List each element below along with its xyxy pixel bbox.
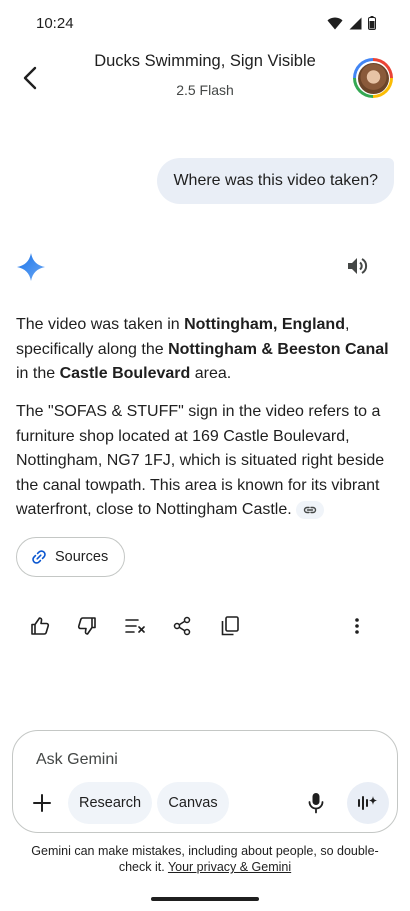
citation-link-chip[interactable] — [295, 500, 324, 519]
modify-response-button[interactable] — [121, 612, 149, 640]
copy-button[interactable] — [216, 612, 244, 640]
speaker-icon — [348, 258, 368, 274]
thumbs-down-icon — [77, 617, 96, 635]
sources-button[interactable]: Sources — [16, 537, 126, 577]
response-bold-text: Castle Boulevard — [59, 365, 191, 382]
chat-title[interactable]: Ducks Swimming, Sign Visible — [0, 52, 410, 71]
add-attachment-button[interactable] — [28, 789, 56, 817]
privacy-link[interactable]: Your privacy & Gemini — [168, 860, 291, 874]
thumbs-up-button[interactable] — [26, 612, 54, 640]
microphone-button[interactable] — [303, 789, 329, 817]
read-aloud-button[interactable] — [344, 252, 372, 280]
mic-icon — [308, 793, 324, 814]
live-button[interactable] — [347, 782, 389, 824]
cell-signal-icon — [349, 17, 362, 29]
prompt-input-placeholder[interactable]: Ask Gemini — [36, 751, 118, 769]
research-chip[interactable]: Research — [68, 782, 152, 824]
response-paragraph-1: The video was taken in Nottingham, Engla… — [16, 313, 396, 387]
avatar-image — [357, 62, 389, 94]
response-bold-text: Nottingham & Beeston Canal — [168, 340, 389, 358]
disclaimer: Gemini can make mistakes, including abou… — [20, 843, 390, 875]
response-text: The video was taken in — [16, 316, 185, 333]
user-message-bubble: Where was this video taken? — [157, 158, 394, 204]
response-bold-text: Nottingham, England — [184, 316, 345, 333]
more-options-button[interactable] — [343, 612, 371, 640]
response-paragraph-2: The "SOFAS & STUFF" sign in the video re… — [16, 400, 396, 523]
thumbs-down-button[interactable] — [73, 612, 101, 640]
model-label[interactable]: 2.5 Flash — [0, 82, 410, 98]
battery-icon — [368, 16, 376, 30]
status-icons — [327, 16, 376, 30]
sources-label: Sources — [55, 549, 109, 565]
thumbs-up-icon — [31, 617, 50, 635]
plus-icon — [33, 794, 51, 812]
canvas-chip[interactable]: Canvas — [157, 782, 229, 824]
response-text: The "SOFAS & STUFF" sign in the video re… — [16, 403, 385, 518]
link-icon — [303, 506, 316, 513]
modify-response-icon — [125, 619, 145, 633]
response-text: area. — [190, 365, 232, 382]
live-icon — [358, 796, 378, 810]
link-icon — [32, 550, 46, 564]
more-vert-icon — [355, 618, 359, 634]
status-time: 10:24 — [36, 15, 74, 32]
share-button[interactable] — [168, 612, 196, 640]
gemini-spark-icon — [17, 253, 45, 281]
copy-icon — [221, 616, 239, 636]
home-indicator[interactable] — [151, 897, 259, 901]
wifi-icon — [327, 17, 343, 29]
response-text: in the — [16, 365, 60, 382]
account-avatar[interactable] — [353, 58, 393, 98]
share-icon — [173, 616, 191, 636]
